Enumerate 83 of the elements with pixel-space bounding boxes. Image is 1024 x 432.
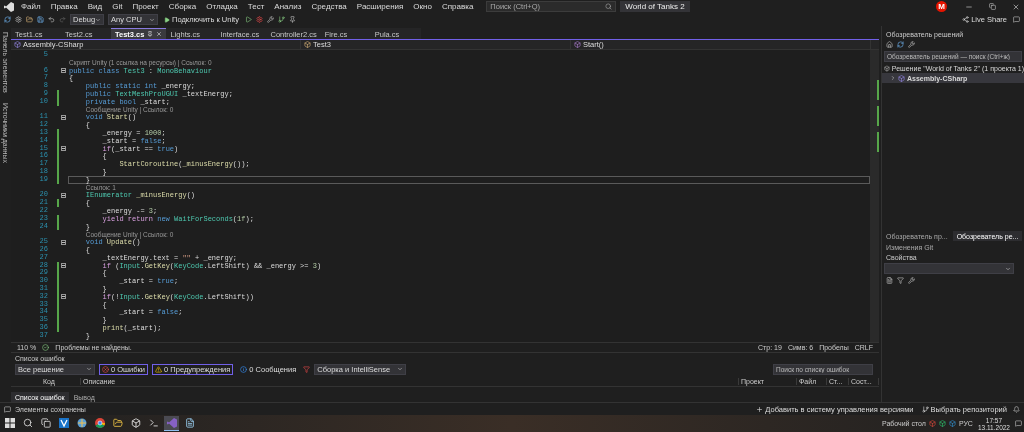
windows-icon [4,418,15,428]
caret-icon [149,16,155,23]
wrench-icon[interactable] [908,277,915,284]
menu-item[interactable]: Расширения [353,2,407,11]
project-icon [14,41,21,48]
share-icon [962,16,970,23]
bell-icon[interactable] [1013,405,1020,413]
settings-icon[interactable] [15,16,22,23]
menu-item[interactable]: Файл [18,2,44,11]
app-logo-icon [4,1,14,12]
refresh-icon[interactable] [897,41,904,48]
taskbar-button[interactable] [38,416,53,431]
check-icon [42,344,50,351]
collapse-icon[interactable] [61,192,66,198]
expand-icon [890,75,896,81]
restore-icon[interactable] [989,3,996,10]
error-icon [102,365,109,373]
menu-item[interactable]: Анализ [271,2,305,11]
folder-icon[interactable] [26,16,33,23]
plus-icon [756,405,764,413]
taskbar-button[interactable] [92,416,107,431]
globe-icon [76,418,87,428]
scrollbar[interactable] [870,50,879,342]
cube-icon [130,418,141,428]
play-icon [164,16,170,23]
class-icon [304,41,311,48]
menu-item[interactable]: Справка [438,2,477,11]
wrench-icon[interactable] [908,41,915,48]
menu-item[interactable]: Проект [129,2,162,11]
menu-item[interactable]: Тест [244,2,268,11]
caret-icon [1005,265,1011,272]
menu-item[interactable]: Сборка [165,2,200,11]
git-branch-icon[interactable] [277,16,285,23]
collapse-icon[interactable] [61,294,66,300]
task-view-icon [40,418,51,428]
menu-item[interactable]: Git [109,2,126,11]
caret-icon [397,366,404,372]
gear-icon[interactable] [255,16,263,23]
collapse-icon[interactable] [61,145,66,151]
menu-item[interactable]: Вид [84,2,106,11]
play-icon[interactable] [244,16,252,23]
folder-icon [112,418,123,428]
project-icon [898,74,905,82]
collapse-icon[interactable] [61,239,66,245]
menu-item[interactable]: Правка [47,2,81,11]
save-icon[interactable] [37,16,44,23]
menu-item[interactable]: Отладка [203,2,241,11]
caret-icon [95,16,101,23]
tray-icon[interactable] [928,420,936,427]
menu-item[interactable]: Средства [308,2,350,11]
notepad-icon [184,418,195,428]
info-icon [240,365,248,373]
solution-name: World of Tanks 2 [620,1,690,12]
account-avatar[interactable]: M [936,1,947,12]
letter-tile-icon [58,418,69,428]
message-icon [4,405,11,413]
browser-icon [94,418,105,428]
undo-icon[interactable] [48,16,55,23]
taskbar-button[interactable] [2,416,17,431]
search-icon [22,418,33,428]
collapse-icon[interactable] [61,262,66,268]
close-icon [156,31,163,37]
taskbar-button[interactable] [56,416,71,431]
home-icon[interactable] [886,41,893,48]
collapse-icon[interactable] [61,114,66,120]
search-icon [605,3,613,10]
terminal-icon [148,418,159,428]
close-icon[interactable] [1012,2,1020,11]
collapse-icon[interactable] [61,68,66,73]
wrench-icon[interactable] [266,16,274,23]
method-icon [574,41,581,48]
pin-icon[interactable] [288,16,296,23]
caret-icon [86,366,92,372]
git-branch-icon [921,405,929,413]
solution-icon [884,64,890,72]
menu-item[interactable]: Окно [410,2,435,11]
tray-icon[interactable] [948,420,956,427]
ribbon-logo-icon [166,418,177,428]
warning-icon [155,365,163,373]
notifications-icon[interactable] [1015,420,1022,427]
pin-icon [147,31,154,37]
tray-icon[interactable] [938,420,946,427]
feedback-icon[interactable] [1013,16,1020,23]
